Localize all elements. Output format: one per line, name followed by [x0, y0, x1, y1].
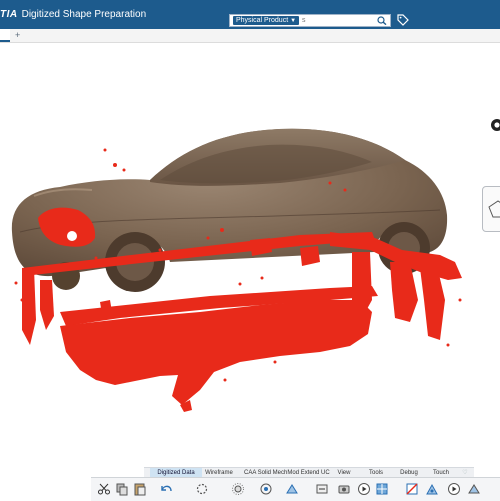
search-box[interactable]: Physical Product ▼: [229, 14, 391, 27]
mesh-icon[interactable]: [467, 482, 481, 496]
paste-icon[interactable]: [133, 482, 147, 496]
camera-icon[interactable]: [337, 482, 351, 496]
app-title: TIA Digitized Shape Preparation: [0, 9, 146, 20]
step-icon[interactable]: [315, 482, 329, 496]
play-icon[interactable]: [357, 482, 371, 496]
undo-icon[interactable]: [159, 482, 173, 496]
add-tab-button[interactable]: +: [15, 30, 20, 40]
copy-icon[interactable]: [115, 482, 129, 496]
search-filter-dropdown[interactable]: Physical Product ▼: [233, 16, 300, 25]
compass-icon[interactable]: [490, 118, 500, 134]
search-icon[interactable]: [377, 16, 387, 25]
zoom-icon[interactable]: [425, 482, 439, 496]
snap-icon[interactable]: [285, 482, 299, 496]
document-tab-strip: +: [0, 29, 500, 43]
play-icon-2[interactable]: [447, 482, 461, 496]
network-icon[interactable]: [259, 482, 273, 496]
chevron-down-icon: ▼: [290, 18, 297, 24]
cut-icon[interactable]: [97, 482, 111, 496]
rotate-icon[interactable]: [195, 482, 209, 496]
grid-icon[interactable]: [375, 482, 389, 496]
document-tab[interactable]: [0, 29, 10, 42]
search-filter-label: Physical Product: [236, 17, 289, 24]
sun-icon[interactable]: [231, 482, 245, 496]
3d-viewport[interactable]: [0, 42, 500, 460]
view-cube-icon[interactable]: [482, 186, 500, 232]
search-input[interactable]: [302, 15, 372, 26]
app-name: Digitized Shape Preparation: [21, 9, 147, 20]
title-bar: TIA Digitized Shape Preparation Physical …: [0, 0, 500, 29]
material-icon[interactable]: [405, 482, 419, 496]
app-brand: TIA: [0, 9, 18, 20]
ribbon-toolbar: [91, 477, 500, 501]
tag-icon[interactable]: [397, 14, 409, 26]
